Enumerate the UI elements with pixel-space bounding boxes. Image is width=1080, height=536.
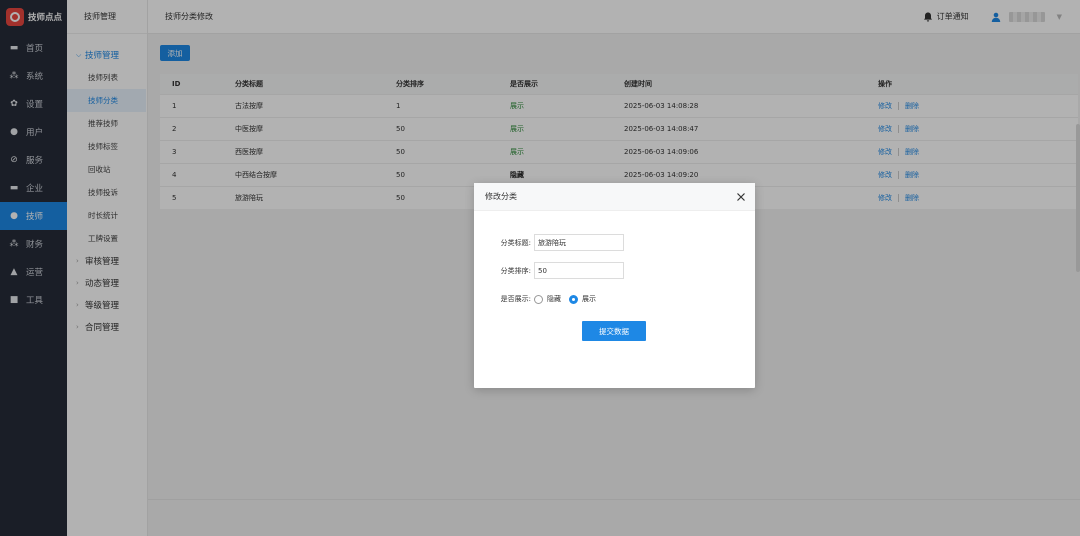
close-icon[interactable] [736, 192, 746, 202]
form-row-show: 是否展示: 隐藏 展示 [474, 294, 604, 304]
show-label: 是否展示: [500, 295, 531, 303]
radio-show[interactable] [569, 294, 578, 304]
radio-hide-label[interactable]: 隐藏 [547, 294, 561, 304]
form-row-title: 分类标题: [474, 234, 624, 251]
submit-button[interactable]: 提交数据 [582, 321, 646, 341]
radio-show-label[interactable]: 展示 [582, 294, 596, 304]
form-row-sort: 分类排序: [474, 262, 624, 279]
show-radio-group: 隐藏 展示 [534, 294, 604, 304]
title-label: 分类标题: [500, 238, 531, 247]
edit-category-dialog: 修改分类 分类标题: 分类排序: 是否展示: 隐藏 展示 提交数据 [474, 183, 755, 388]
dialog-title: 修改分类 [485, 192, 517, 201]
sort-label: 分类排序: [500, 266, 531, 275]
sort-input[interactable] [534, 262, 624, 279]
radio-hide[interactable] [534, 294, 543, 304]
title-input[interactable] [534, 234, 624, 251]
dialog-header: 修改分类 [474, 183, 755, 211]
